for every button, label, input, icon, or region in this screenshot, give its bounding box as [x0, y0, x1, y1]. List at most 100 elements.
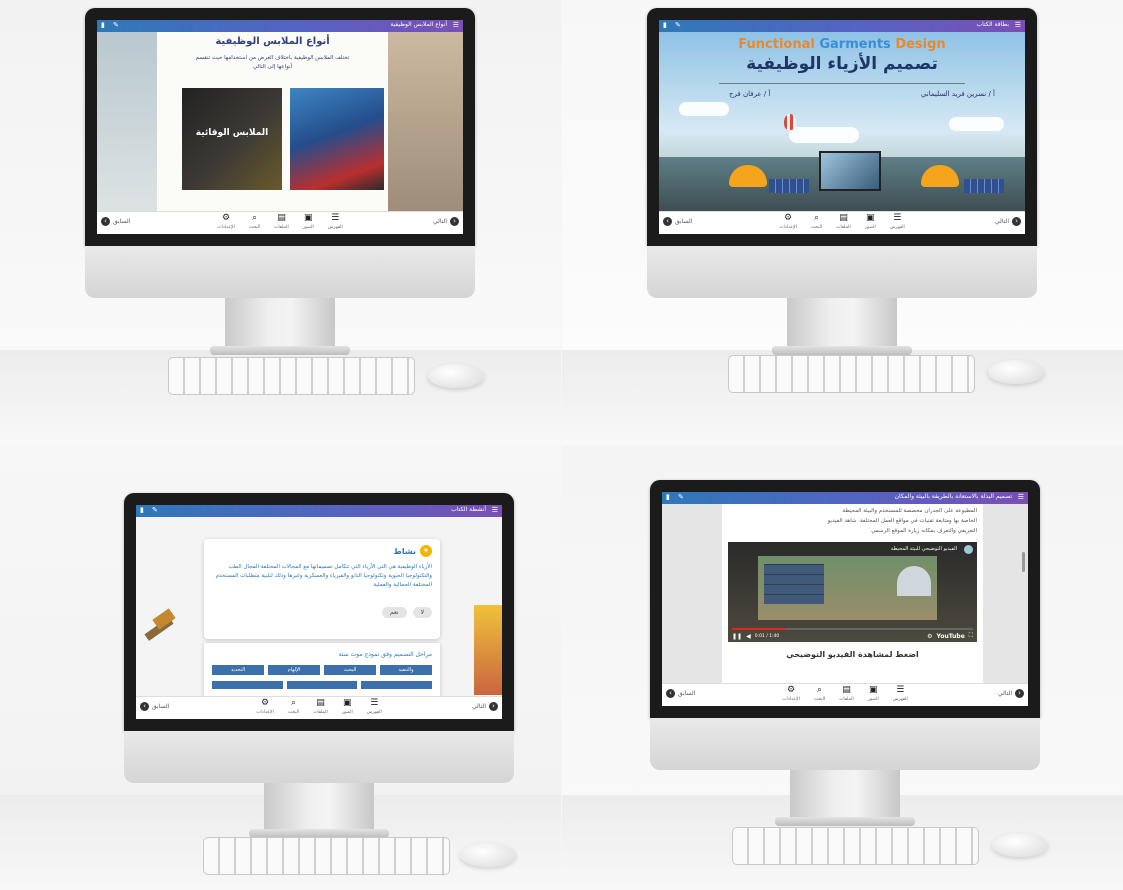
option-button[interactable]: والتنفيذ — [380, 665, 432, 675]
tool-label: الصور — [864, 225, 876, 230]
prev-button[interactable]: ‹ السابق — [666, 689, 695, 698]
title-word-1: Functional — [738, 37, 815, 52]
option-button-empty[interactable] — [286, 681, 358, 689]
next-button[interactable]: التالي › — [998, 689, 1024, 698]
yes-button[interactable]: نعم — [382, 607, 407, 618]
pen-icon[interactable]: ✎ — [152, 506, 158, 514]
bookmark-icon[interactable]: ▮ — [140, 506, 144, 514]
pen-icon[interactable]: ✎ — [113, 21, 119, 29]
menu-icon: ☰ — [331, 213, 340, 223]
arrow-right-icon: › — [450, 217, 459, 226]
option-button-empty[interactable] — [361, 681, 433, 689]
tool-search[interactable]: ⌕ البحث — [814, 685, 825, 705]
tool-menu[interactable]: ☰ الفهرس — [890, 213, 905, 233]
menu-icon: ☰ — [896, 685, 905, 695]
activity-text: الأزياء الوظيفية هي التي الأزياء التي تت… — [215, 564, 432, 588]
bookmark-icon[interactable]: ▮ — [666, 493, 670, 501]
panel-bottom-left: ✦ نشاط الأزياء الوظيفية هي التي الأزياء … — [0, 445, 561, 890]
fullscreen-icon[interactable]: ⛶ — [969, 632, 973, 640]
monitor: ✦ نشاط الأزياء الوظيفية هي التي الأزياء … — [124, 493, 514, 783]
window-title: بطاقة الكتاب — [976, 21, 1009, 28]
tool-files[interactable]: ▤ الملفات — [274, 213, 289, 233]
option-button[interactable]: البحث — [324, 665, 376, 675]
tool-settings[interactable]: ⚙ الإعدادات — [217, 213, 235, 233]
tool-settings[interactable]: ⚙ الإعدادات — [782, 685, 800, 705]
top-bar: ▮ ✎ أنشطة الكتاب ☰ — [136, 505, 502, 517]
arrow-left-icon: ‹ — [140, 702, 149, 711]
pen-icon[interactable]: ✎ — [675, 21, 681, 29]
pause-icon[interactable]: ❚❚ — [732, 633, 742, 640]
settings-icon: ⚙ — [784, 213, 793, 223]
next-button[interactable]: التالي › — [472, 702, 498, 711]
tool-files[interactable]: ▤ الملفات — [839, 685, 854, 705]
content-page: المطبوعة على الجدران مخصصة للمستخدم والب… — [722, 504, 983, 684]
prev-label: السابق — [675, 218, 693, 225]
video-caption[interactable]: اضغط لمشاهدة الفيديو التوضيحي — [722, 650, 983, 659]
tool-menu[interactable]: ☰ الفهرس — [367, 698, 382, 718]
hamburger-icon[interactable]: ☰ — [453, 22, 459, 29]
lightbulb-icon: ✦ — [420, 545, 432, 557]
no-button[interactable]: لا — [412, 607, 432, 618]
next-button[interactable]: التالي › — [433, 217, 459, 226]
question-card: مراحل التصميم وفق نموذج موت ستة والتنفيذ… — [204, 643, 440, 697]
author-b: أ / عرفان فرج — [729, 90, 771, 98]
hot-air-balloon-icon — [784, 114, 796, 130]
tool-gallery[interactable]: ▣ الصور — [865, 213, 876, 233]
hamburger-icon[interactable]: ☰ — [1015, 22, 1021, 29]
tool-label: الإعدادات — [779, 225, 797, 230]
protective-clothing-card[interactable]: الملابس الوقائية — [182, 88, 282, 190]
next-label: التالي — [433, 218, 447, 225]
search-icon: ⌕ — [251, 213, 258, 223]
settings-gear-icon[interactable]: ⚙ — [927, 633, 932, 640]
tool-menu[interactable]: ☰ الفهرس — [328, 213, 343, 233]
tool-gallery[interactable]: ▣ الصور — [868, 685, 879, 705]
option-button-empty[interactable] — [212, 681, 283, 689]
option-button[interactable]: الإلهام — [268, 665, 320, 675]
prev-button[interactable]: ‹ السابق — [140, 702, 169, 711]
settings-icon: ⚙ — [222, 213, 231, 223]
tool-search[interactable]: ⌕ البحث — [811, 213, 822, 233]
tool-search[interactable]: ⌕ البحث — [249, 213, 260, 233]
youtube-logo[interactable]: YouTube — [937, 633, 965, 640]
para-line: الخاصة بها ومتابعة تقنيات في مواقع العمل… — [827, 518, 977, 524]
scaffold-building — [764, 564, 824, 604]
intro-line-2: أنواعها إلى التالي — [252, 64, 292, 70]
tablet-icon — [819, 151, 881, 191]
monitor: أنواع الملابس الوظيفية تختلف الملابس الو… — [85, 8, 475, 298]
tool-menu[interactable]: ☰ الفهرس — [893, 685, 908, 705]
video-player[interactable]: الفيديو التوضيحي للبيئة المحيطة ❚❚ ◀ 0:0… — [728, 542, 977, 642]
monitor-bezel: المطبوعة على الجدران مخصصة للمستخدم والب… — [650, 480, 1040, 718]
hamburger-icon[interactable]: ☰ — [1018, 494, 1024, 501]
tool-settings[interactable]: ⚙ الإعدادات — [256, 698, 274, 718]
arabic-title: تصميم الأزياء الوظيفية — [746, 54, 938, 74]
volume-icon[interactable]: ◀ — [746, 633, 751, 640]
panel-bottom-right: المطبوعة على الجدران مخصصة للمستخدم والب… — [562, 445, 1123, 890]
tool-files[interactable]: ▤ الملفات — [836, 213, 851, 233]
next-button[interactable]: التالي › — [995, 217, 1021, 226]
option-button[interactable]: التحديد — [212, 665, 264, 675]
prev-button[interactable]: ‹ السابق — [663, 217, 692, 226]
tool-settings[interactable]: ⚙ الإعدادات — [779, 213, 797, 233]
mouse — [992, 833, 1048, 857]
top-bar: ▮ ✎ بطاقة الكتاب ☰ — [659, 20, 1025, 32]
files-icon: ▤ — [316, 698, 325, 708]
toolbar-items: ☰ الفهرس ▣ الصور ▤ الملفات ⌕ البحث ⚙ الإعدادا… — [217, 213, 343, 233]
tool-files[interactable]: ▤ الملفات — [313, 698, 328, 718]
tool-search[interactable]: ⌕ البحث — [288, 698, 299, 718]
tool-label: الملفات — [836, 225, 851, 230]
tool-gallery[interactable]: ▣ الصور — [342, 698, 353, 718]
cyclist-card-image[interactable] — [290, 88, 384, 190]
prev-button[interactable]: ‹ السابق — [101, 217, 130, 226]
activity-heading: نشاط — [393, 546, 416, 556]
pen-icon[interactable]: ✎ — [678, 493, 684, 501]
para-line: التعريفي والتعرف بمكانه زيارة الموقع الر… — [871, 528, 977, 534]
progress-track[interactable] — [732, 628, 973, 630]
scrollbar[interactable] — [1022, 552, 1025, 572]
search-icon: ⌕ — [816, 685, 823, 695]
tool-gallery[interactable]: ▣ الصور — [303, 213, 314, 233]
hamburger-icon[interactable]: ☰ — [492, 507, 498, 514]
bookmark-icon[interactable]: ▮ — [663, 21, 667, 29]
bookmark-icon[interactable]: ▮ — [101, 21, 105, 29]
arrow-right-icon: › — [489, 702, 498, 711]
card-label: الملابس الوقائية — [195, 128, 269, 138]
